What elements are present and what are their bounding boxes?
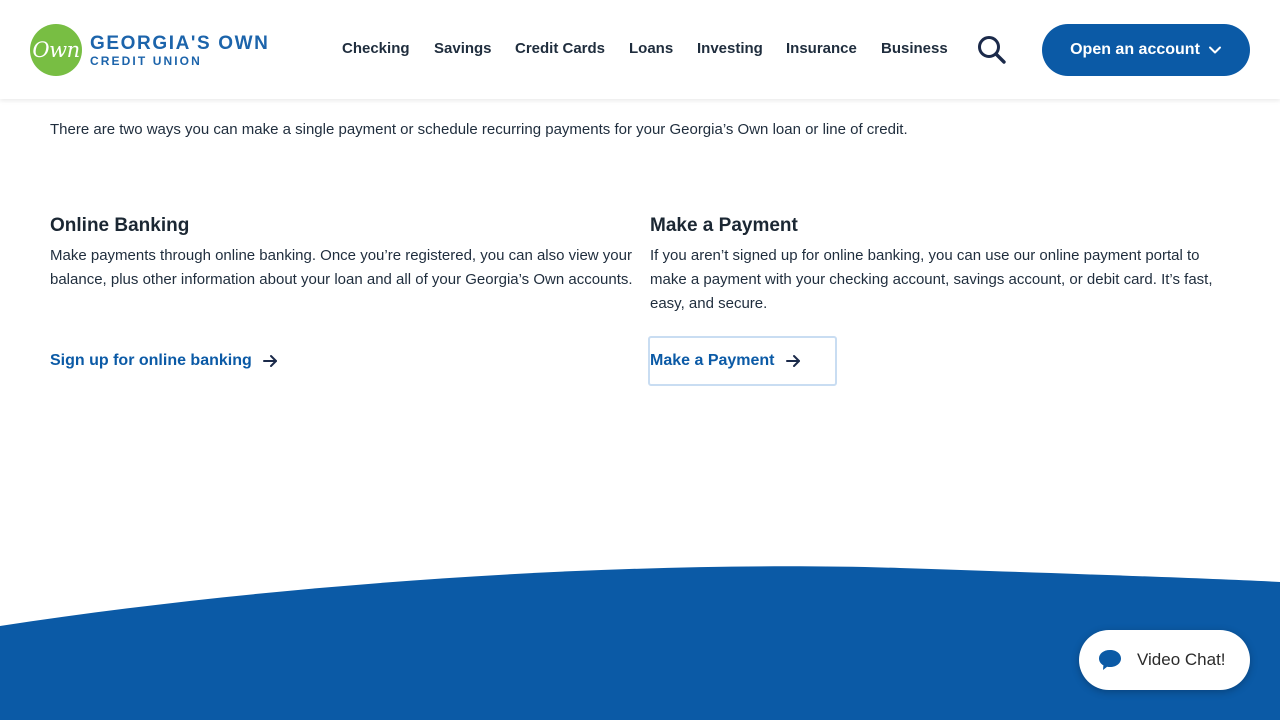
search-button[interactable] (976, 35, 1008, 65)
sign-up-online-banking-link[interactable]: Sign up for online banking (50, 338, 278, 384)
make-payment-section: Make a Payment If you aren’t signed up f… (650, 214, 1235, 316)
make-payment-link-label: Make a Payment (650, 352, 775, 369)
intro-text: There are two ways you can make a single… (50, 121, 908, 138)
open-account-label: Open an account (1070, 41, 1200, 58)
make-payment-body: If you aren’t signed up for online banki… (650, 247, 1213, 312)
logo-line-1: GEORGIA'S OWN (90, 32, 270, 54)
page: Own GEORGIA'S OWN CREDIT UNION Checking … (0, 0, 1280, 720)
sign-up-online-banking-label: Sign up for online banking (50, 352, 252, 369)
open-account-button[interactable]: Open an account (1042, 24, 1250, 76)
online-banking-body: Make payments through online banking. On… (50, 247, 633, 288)
search-icon (978, 36, 1006, 64)
site-logo[interactable]: Own GEORGIA'S OWN CREDIT UNION (30, 24, 269, 76)
nav-item-checking[interactable]: Checking (342, 40, 410, 57)
nav-item-loans[interactable]: Loans (629, 40, 673, 57)
video-chat-button[interactable]: Video Chat! (1079, 630, 1250, 690)
nav-item-business[interactable]: Business (881, 40, 948, 57)
nav-item-insurance[interactable]: Insurance (786, 40, 857, 57)
footer-wave (0, 566, 1280, 720)
chat-bubble-icon (1099, 650, 1121, 670)
chevron-down-icon (1208, 46, 1221, 54)
nav-item-savings[interactable]: Savings (434, 40, 492, 57)
online-banking-heading: Online Banking (50, 215, 190, 236)
logo-line-2: CREDIT UNION (90, 53, 202, 68)
make-payment-link[interactable]: Make a Payment (648, 336, 837, 386)
logo-wordmark: GEORGIA'S OWN CREDIT UNION (90, 34, 269, 67)
online-banking-section: Online Banking Make payments through onl… (50, 214, 635, 292)
logo-badge: Own (30, 24, 82, 76)
video-chat-label: Video Chat! (1137, 650, 1226, 669)
make-payment-heading: Make a Payment (650, 215, 798, 236)
arrow-right-icon (262, 355, 277, 367)
arrow-right-icon (785, 355, 800, 367)
nav-item-investing[interactable]: Investing (697, 40, 763, 57)
site-header: Own GEORGIA'S OWN CREDIT UNION Checking … (0, 0, 1280, 99)
nav-item-credit-cards[interactable]: Credit Cards (515, 40, 605, 57)
